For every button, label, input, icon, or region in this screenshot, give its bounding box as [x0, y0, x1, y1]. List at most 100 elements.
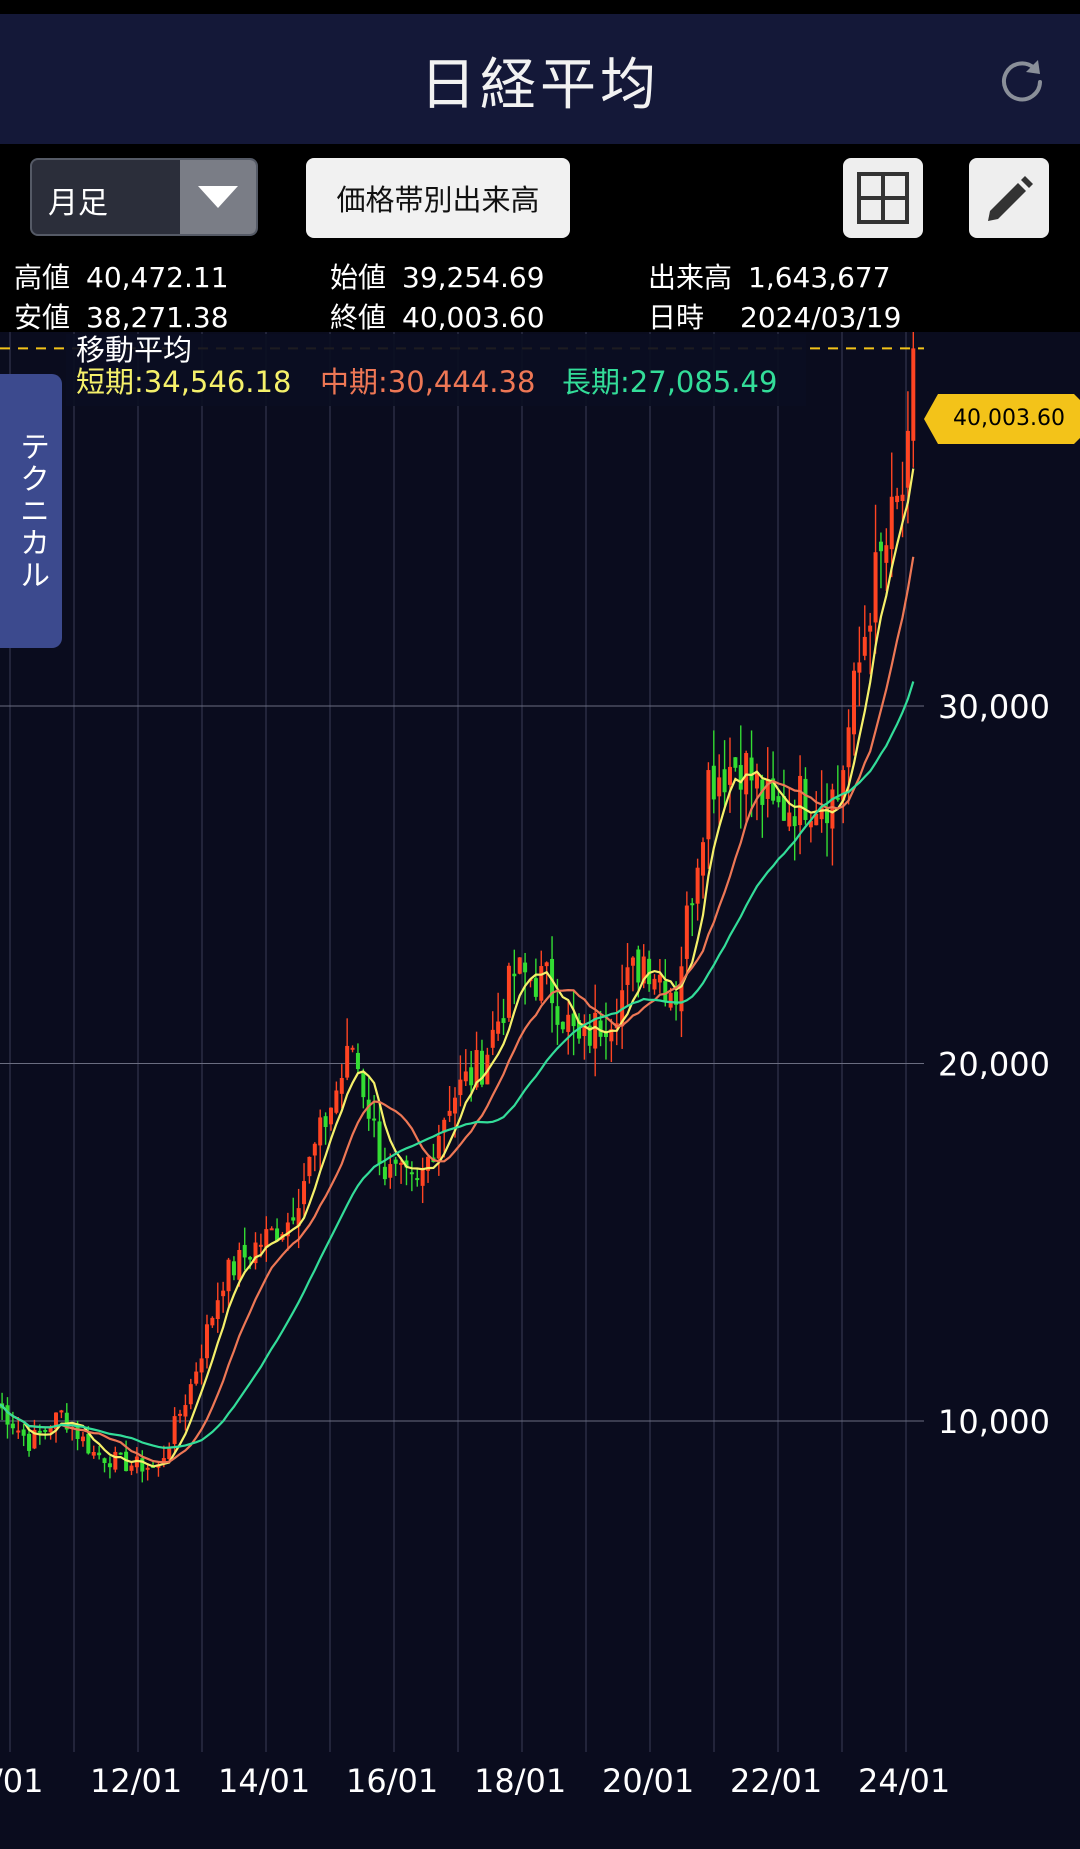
candle-body: [118, 1452, 123, 1455]
candle-body: [496, 1021, 501, 1034]
candle-body: [911, 348, 916, 441]
candle-body: [695, 867, 700, 904]
candle-body: [334, 1090, 339, 1113]
page-title: 日経平均: [420, 53, 660, 118]
candle-body: [711, 765, 716, 800]
candle-body: [884, 545, 889, 563]
candle-body: [269, 1228, 274, 1231]
candle-body: [517, 957, 522, 974]
candle-body: [409, 1172, 414, 1175]
candle-body: [436, 1135, 441, 1159]
technical-tab[interactable]: テクニカル: [0, 374, 62, 648]
ma-legend-title: 移動平均: [76, 333, 192, 367]
volume-by-price-button[interactable]: 価格帯別出来高: [306, 158, 570, 238]
candle-body: [889, 496, 894, 550]
candle-body: [194, 1371, 199, 1384]
candle-body: [291, 1217, 296, 1221]
candle-body: [129, 1465, 134, 1471]
candle-body: [80, 1436, 85, 1442]
candle-body: [765, 779, 770, 799]
candle-body: [668, 992, 673, 1008]
candle-body: [188, 1384, 193, 1405]
candle-body: [798, 775, 803, 826]
candle-body: [690, 903, 695, 906]
stat-close: 終値 40,003.60: [330, 301, 545, 334]
candle-body: [59, 1410, 64, 1413]
candle-body: [204, 1324, 209, 1359]
last-price-tag: 40,003.60: [924, 394, 1080, 448]
candle-body: [846, 727, 851, 768]
stat-date: 日時 2024/03/19: [648, 301, 902, 334]
candle-body: [706, 770, 711, 840]
candle-body: [878, 541, 883, 552]
x-tick-label: 20/01: [602, 1762, 694, 1800]
candle-body: [312, 1143, 317, 1156]
candle-body: [830, 789, 835, 829]
candle-body: [555, 1006, 560, 1025]
candle-body: [868, 625, 873, 632]
candle-body: [140, 1458, 145, 1472]
candle-body: [415, 1178, 420, 1181]
candle-body: [560, 1021, 565, 1030]
ma-legend-short: 短期:34,546.18: [76, 365, 291, 399]
candle-body: [318, 1117, 323, 1146]
layout-grid-button[interactable]: [843, 158, 923, 238]
candle-body: [506, 965, 511, 1018]
candle-body: [145, 1467, 150, 1470]
period-dropdown-button[interactable]: [180, 160, 256, 234]
candle-body: [258, 1244, 263, 1247]
candle-body: [851, 670, 856, 735]
candle-body: [727, 766, 732, 785]
period-select-value: 月足: [48, 186, 108, 221]
chart-area[interactable]: 移動平均 短期:34,546.18 中期:30,444.38 長期:27,085…: [0, 299, 1080, 1845]
period-select[interactable]: 月足: [30, 158, 258, 236]
x-tick-label: 18/01: [474, 1762, 566, 1800]
candle-body: [183, 1405, 188, 1417]
x-tick-label: 14/01: [218, 1762, 310, 1800]
candle-body: [328, 1107, 333, 1125]
candle-body: [630, 957, 635, 966]
draw-button[interactable]: [969, 158, 1049, 238]
candle-body: [237, 1250, 242, 1280]
candle-body: [399, 1162, 404, 1165]
candle-body: [803, 778, 808, 820]
candle-body: [857, 662, 862, 673]
candle-body: [242, 1244, 247, 1258]
candle-body: [226, 1259, 231, 1292]
candle-body: [749, 757, 754, 781]
stat-low: 安値 38,271.38: [14, 301, 229, 334]
candle-body: [382, 1166, 387, 1180]
candle-body: [453, 1097, 457, 1114]
candle-body: [307, 1156, 312, 1177]
app-header: 日経平均: [0, 14, 1080, 144]
candle-body: [388, 1164, 393, 1178]
candle-body: [684, 905, 689, 959]
candle-body: [895, 495, 900, 503]
candle-body: [862, 636, 867, 656]
candle-body: [523, 962, 528, 973]
candle-body: [113, 1451, 118, 1470]
candle-body: [97, 1452, 102, 1456]
candle-body: [512, 973, 517, 977]
candle-body: [86, 1433, 91, 1454]
candle-body: [302, 1181, 307, 1205]
candle-body: [787, 812, 792, 827]
x-tick-label: 12/01: [90, 1762, 182, 1800]
last-price-value: 40,003.60: [953, 406, 1065, 431]
candlestick-chart[interactable]: 移動平均 短期:34,546.18 中期:30,444.38 長期:27,085…: [0, 299, 1080, 1845]
stat-open: 始値 39,254.69: [330, 261, 545, 294]
candle-body: [43, 1429, 48, 1432]
candle-body: [625, 967, 630, 985]
candle-body: [355, 1052, 360, 1070]
candle-body: [107, 1463, 112, 1468]
candle-body: [323, 1116, 328, 1128]
candle-body: [738, 765, 743, 790]
candle-body: [27, 1433, 32, 1451]
ma-legend-long: 長期:27,085.49: [562, 365, 777, 399]
x-tick-label: 24/01: [858, 1762, 950, 1800]
y-tick-label: 30,000: [938, 688, 1050, 726]
candle-body: [215, 1300, 220, 1320]
refresh-icon[interactable]: [992, 52, 1052, 112]
candle-body: [345, 1045, 350, 1078]
y-tick-label: 20,000: [938, 1046, 1050, 1084]
